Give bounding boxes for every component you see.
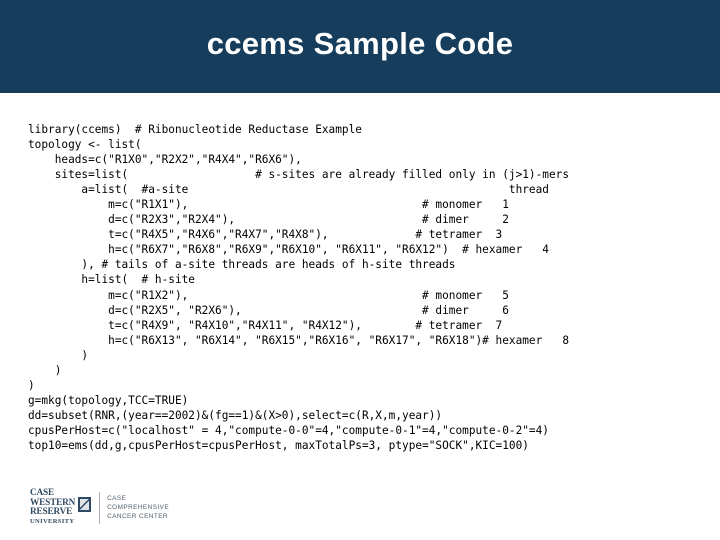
ccc-line-1: CASE xyxy=(107,494,127,502)
code-line: ), # tails of a-site threads are heads o… xyxy=(28,258,456,272)
code-line: a=list( #a-site thread xyxy=(28,183,549,197)
code-line: sites=list( # s-sites are already filled… xyxy=(28,168,569,182)
shield-crest-icon xyxy=(78,497,92,512)
ccc-line-3: CANCER CENTER xyxy=(107,513,168,521)
code-line: cpusPerHost=c("localhost" = 4,"compute-0… xyxy=(28,423,549,437)
code-line: ) xyxy=(28,348,89,362)
cwru-wordmark: CASE WESTERN RESERVE UNIVERSITY xyxy=(30,488,75,526)
code-line: h=c("R6X13", "R6X14", "R6X15","R6X16", "… xyxy=(28,333,569,347)
code-line: m=c("R1X1"), # monomer 1 xyxy=(28,198,509,212)
code-block: library(ccems) # Ribonucleotide Reductas… xyxy=(28,122,718,453)
logo-divider xyxy=(99,491,101,524)
code-line: h=list( # h-site xyxy=(28,273,195,287)
code-line: topology <- list( xyxy=(28,138,142,152)
cwru-line-3: RESERVE xyxy=(30,507,73,517)
footer-logo: CASE WESTERN RESERVE UNIVERSITY CASE COM… xyxy=(30,488,169,526)
code-line: t=c("R4X9", "R4X10","R4X11", "R4X12"), #… xyxy=(28,318,503,332)
cwru-logo: CASE WESTERN RESERVE UNIVERSITY xyxy=(30,488,97,526)
cwru-line-4: UNIVERSITY xyxy=(30,517,75,525)
code-line: dd=subset(RNR,(year==2002)&(fg==1)&(X>0)… xyxy=(28,408,443,422)
code-line: heads=c("R1X0","R2X2","R4X4","R6X6"), xyxy=(28,153,302,167)
code-line: d=c("R2X3","R2X4"), # dimer 2 xyxy=(28,213,509,227)
code-line: d=c("R2X5", "R2X6"), # dimer 6 xyxy=(28,303,509,317)
code-line: ) xyxy=(28,378,35,392)
cancer-center-wordmark: CASE COMPREHENSIVE CANCER CENTER xyxy=(107,494,169,522)
code-line: g=mkg(topology,TCC=TRUE) xyxy=(28,393,189,407)
title-band: ccems Sample Code xyxy=(0,0,720,93)
ccc-line-2: COMPREHENSIVE xyxy=(107,503,170,511)
code-line: ) xyxy=(28,363,62,377)
page-title: ccems Sample Code xyxy=(206,26,514,61)
code-line: h=c("R6X7","R6X8","R6X9","R6X10", "R6X11… xyxy=(28,243,549,257)
slide: ccems Sample Code library(ccems) # Ribon… xyxy=(0,0,720,540)
code-line: library(ccems) # Ribonucleotide Reductas… xyxy=(28,123,362,136)
code-line: t=c("R4X5","R4X6","R4X7","R4X8"), # tetr… xyxy=(28,228,503,242)
code-line: top10=ems(dd,g,cpusPerHost=cpusPerHost, … xyxy=(28,438,529,452)
code-line: m=c("R1X2"), # monomer 5 xyxy=(28,288,509,302)
